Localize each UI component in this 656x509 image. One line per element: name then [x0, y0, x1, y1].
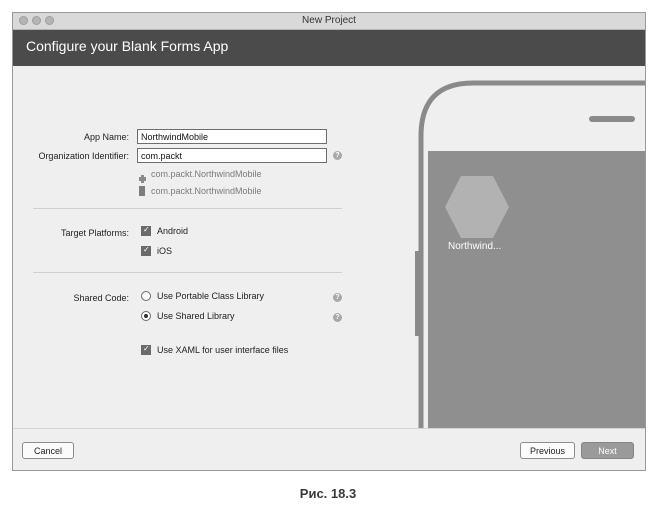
new-project-window: New Project Configure your Blank Forms A…: [12, 12, 646, 471]
app-hexagon-icon: [445, 176, 509, 238]
wizard-title: Configure your Blank Forms App: [26, 38, 229, 54]
apple-icon: [139, 186, 145, 196]
shared-code-label: Shared Code:: [73, 293, 129, 303]
divider: [33, 272, 342, 273]
android-checkbox[interactable]: [141, 225, 151, 236]
org-id-help-icon[interactable]: ?: [333, 151, 342, 160]
android-option-label: Android: [157, 226, 189, 236]
next-button[interactable]: Next: [581, 442, 634, 459]
shared-library-radio[interactable]: [141, 311, 151, 321]
org-id-input[interactable]: [137, 148, 327, 163]
shared-library-option-label: Use Shared Library: [157, 311, 235, 321]
ios-option-label: iOS: [157, 246, 173, 256]
title-bar: New Project: [13, 13, 645, 30]
wizard-content: App Name: Organization Identifier: ? com…: [13, 66, 645, 428]
window-title: New Project: [302, 15, 356, 26]
cancel-button[interactable]: Cancel: [22, 442, 74, 459]
wizard-header: Configure your Blank Forms App: [13, 30, 645, 66]
app-name-input[interactable]: [137, 129, 327, 144]
xaml-option-label: Use XAML for user interface files: [157, 345, 289, 355]
target-platforms-label: Target Platforms:: [60, 228, 129, 238]
wizard-footer: Cancel Previous Next: [13, 428, 645, 470]
preview-app-name: Northwind...: [448, 241, 502, 252]
previous-button[interactable]: Previous: [520, 442, 575, 459]
ios-bundle-id: com.packt.NorthwindMobile: [151, 186, 262, 196]
android-bundle-id: com.packt.NorthwindMobile: [151, 169, 262, 179]
android-icon: [139, 170, 146, 183]
pcl-radio[interactable]: [141, 291, 151, 301]
org-id-label: Organization Identifier:: [38, 151, 129, 161]
figure-caption: Рис. 18.3: [299, 486, 357, 501]
ios-checkbox[interactable]: [141, 245, 151, 256]
divider: [33, 208, 342, 209]
pcl-option-label: Use Portable Class Library: [157, 291, 265, 301]
app-name-label: App Name:: [83, 132, 129, 142]
shared-library-help-icon[interactable]: ?: [333, 313, 342, 322]
pcl-help-icon[interactable]: ?: [333, 293, 342, 302]
xaml-checkbox[interactable]: [141, 344, 151, 355]
